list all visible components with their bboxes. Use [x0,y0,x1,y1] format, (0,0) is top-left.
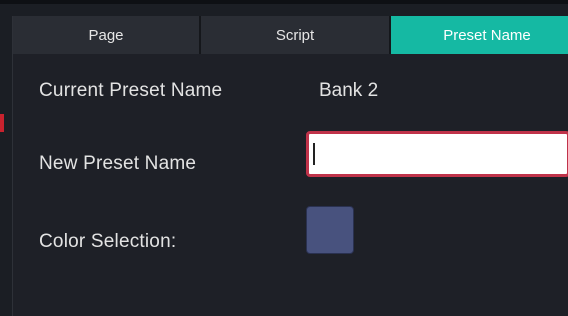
new-preset-name-input[interactable] [306,131,568,177]
tab-preset-name[interactable]: Preset Name [391,16,568,54]
new-preset-name-label: New Preset Name [39,153,197,174]
color-selection-label: Color Selection: [39,231,177,252]
tab-script[interactable]: Script [201,16,391,54]
text-caret [313,143,315,165]
current-preset-name-value: Bank 2 [319,80,379,101]
side-indicator [0,114,4,132]
current-preset-name-label: Current Preset Name [39,80,223,101]
tab-bar: Page Script Preset Name [13,16,568,54]
preset-name-window: Page Script Preset Name Current Preset N… [0,0,568,316]
tab-page[interactable]: Page [13,16,201,54]
color-selection-swatch[interactable] [306,206,354,254]
